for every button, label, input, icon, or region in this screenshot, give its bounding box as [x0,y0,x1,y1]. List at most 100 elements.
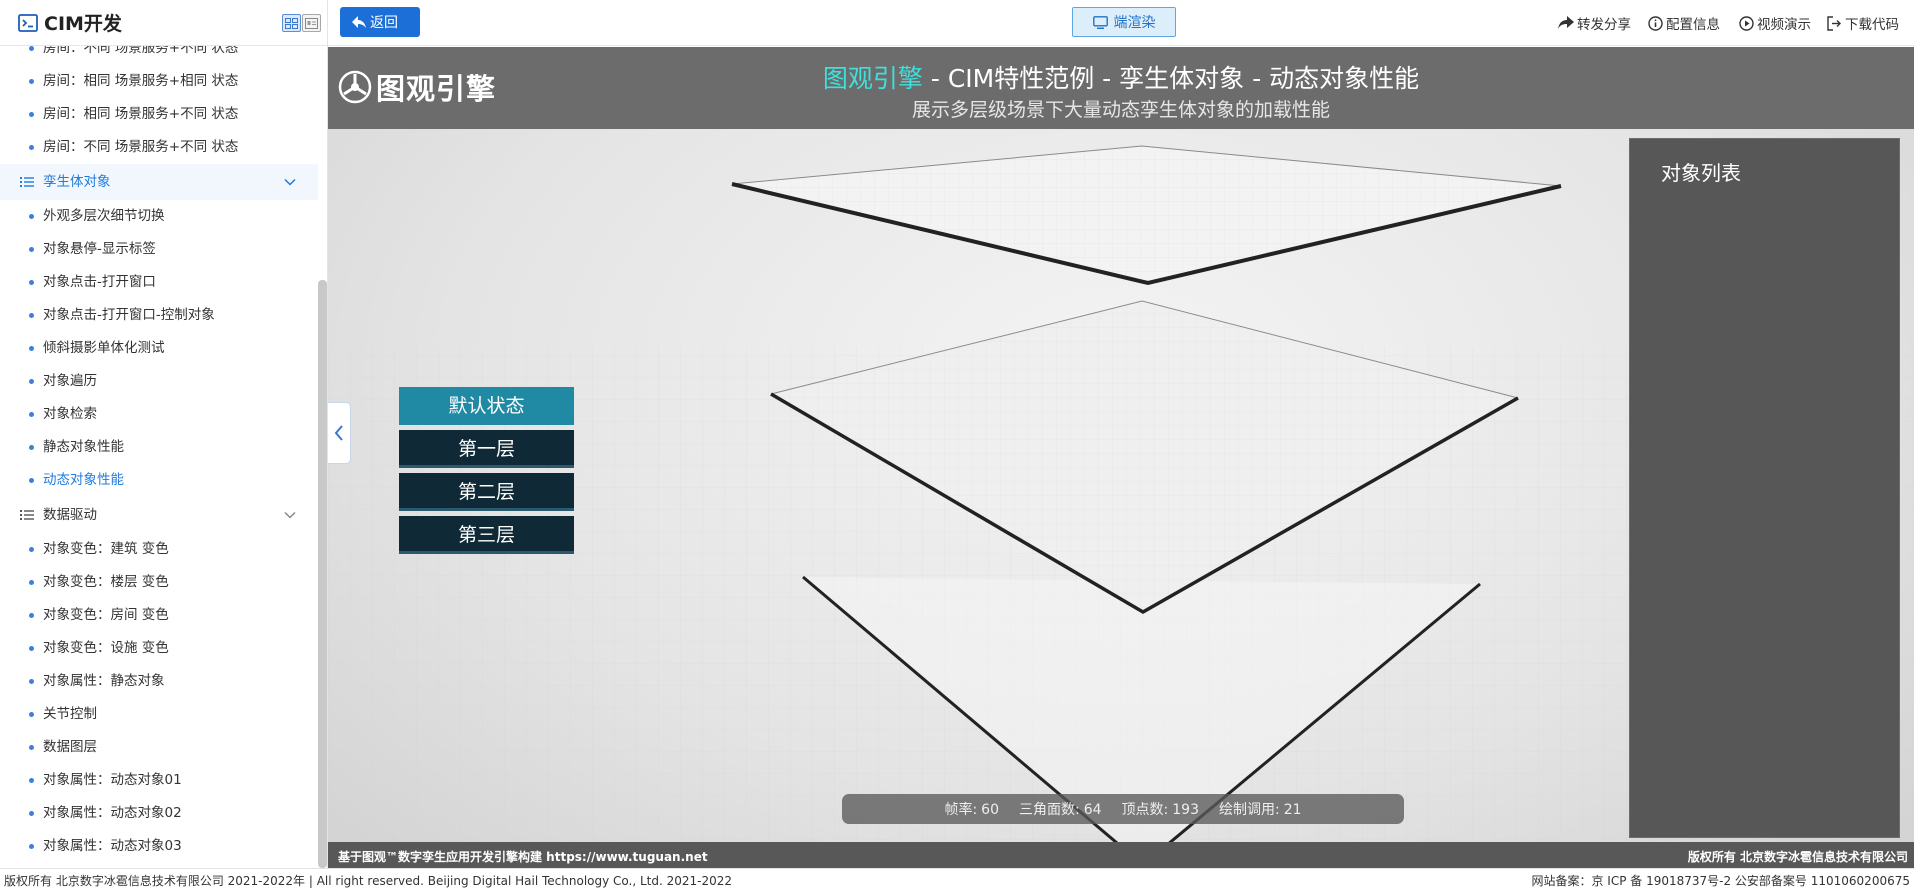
grid-view-icon [285,17,298,29]
collapse-sidebar-button[interactable] [328,402,351,464]
bullet-icon [29,247,34,252]
sidebar-item[interactable]: 房间：不同 场景服务+不同 状态 [0,131,318,164]
share-link[interactable]: 转发分享 [1558,13,1631,33]
monitor-icon [1092,15,1108,29]
sidebar-item-label: 倾斜摄影单体化测试 [43,340,165,356]
footer-copyright: 版权所有 北京数字冰雹信息技术有限公司 2021-2022年 | All rig… [4,874,733,888]
sidebar-item[interactable]: 对象变色：楼层 变色 [0,566,318,599]
list-view-button[interactable] [302,14,321,32]
sidebar-item-label: 对象变色：楼层 变色 [43,574,169,590]
sidebar-item-label: 对象变色：房间 变色 [43,607,169,623]
sidebar-item[interactable]: 对象点击-打开窗口 [0,266,318,299]
bullet-icon [29,580,34,585]
object-list-panel: 对象列表 [1629,138,1900,838]
page-footer: 版权所有 北京数字冰雹信息技术有限公司 2021-2022年 | All rig… [0,868,1914,889]
sidebar-item-label: 对象属性：动态对象03 [43,838,182,854]
back-button[interactable]: 返回 [340,7,420,37]
sidebar-item[interactable]: 数据图层 [0,731,318,764]
sidebar-item-label: 对象属性：动态对象01 [43,772,182,788]
sidebar-item-label: 外观多层次细节切换 [43,208,165,224]
sidebar-item[interactable]: 房间：不同 场景服务+不同 状态 [0,46,318,65]
bullet-icon [29,379,34,384]
sidebar-item[interactable]: 动态对象性能 [0,464,318,497]
terminal-icon [18,13,38,32]
sidebar-item-label: 对象变色：设施 变色 [43,640,169,656]
scene-credits-bar: 基于图观™数字孪生应用开发引擎构建 https://www.tuguan.net… [328,842,1914,868]
cloud-render-label: 端渲染 [1113,15,1156,31]
sidebar-item[interactable]: 对象变色：设施 变色 [0,632,318,665]
stat-triangles: 三角面数: 64 [1019,802,1102,818]
video-label: 视频演示 [1757,17,1811,33]
bullet-icon [29,844,34,849]
bullet-icon [29,280,34,285]
sidebar-group[interactable]: 数据驱动 [0,497,318,533]
scene-title-highlight: 图观引擎 [822,64,923,93]
credits-engine-link[interactable]: 基于图观™数字孪生应用开发引擎构建 https://www.tuguan.net [338,848,708,865]
sidebar-item-label: 对象检索 [43,406,97,422]
sidebar-item[interactable]: 对象属性：动态对象01 [0,764,318,797]
sidebar-group[interactable]: 孪生体对象 [0,164,318,200]
scene-subtitle: 展示多层级场景下大量动态孪生体对象的加载性能 [911,99,1330,121]
stat-draw-calls-value: 21 [1283,802,1302,818]
sidebar-item-label: 数据图层 [43,739,97,755]
scene-viewport[interactable]: 图观引擎 图观引擎 - CIM特性范例 - 孪生体对象 - 动态对象性能 展示多… [328,47,1914,868]
sidebar-header: CIM开发 [0,0,327,46]
share-label: 转发分享 [1577,17,1631,33]
sidebar-group-label: 孪生体对象 [43,174,111,190]
config-label: 配置信息 [1666,17,1720,33]
bullet-icon [29,478,34,483]
sidebar-item[interactable]: 对象遍历 [0,365,318,398]
layer-button-1[interactable]: 第一层 [399,430,574,468]
bullet-icon [29,214,34,219]
video-link[interactable]: 视频演示 [1739,13,1811,33]
list-view-icon [305,17,318,29]
sidebar-item[interactable]: 倾斜摄影单体化测试 [0,332,318,365]
title-banner: 图观引擎 图观引擎 - CIM特性范例 - 孪生体对象 - 动态对象性能 展示多… [328,47,1914,129]
sidebar-item[interactable]: 对象属性：动态对象03 [0,830,318,863]
sidebar-item-label: 房间：不同 场景服务+不同 状态 [43,46,239,56]
sidebar-item[interactable]: 对象变色：建筑 变色 [0,533,318,566]
layer-button-3[interactable]: 第三层 [399,516,574,554]
sidebar-item[interactable]: 对象属性：动态对象02 [0,797,318,830]
sidebar-item[interactable]: 对象点击-打开窗口-控制对象 [0,299,318,332]
floor-slab-1[interactable] [731,145,1562,286]
download-link[interactable]: 下载代码 [1827,13,1899,33]
sidebar-item[interactable]: 房间：相同 场景服务+相同 状态 [0,65,318,98]
sidebar-item[interactable]: 房间：相同 场景服务+不同 状态 [0,98,318,131]
sidebar-item-label: 对象属性：动态对象02 [43,805,182,821]
play-circle-icon [1739,15,1754,31]
list-icon [20,510,34,520]
bullet-icon [29,547,34,552]
sidebar-item[interactable]: 关节控制 [0,698,318,731]
cloud-render-button[interactable]: 端渲染 [1072,7,1176,37]
sidebar-item[interactable]: 对象属性：静态对象 [0,665,318,698]
stat-vertices-value: 193 [1172,802,1199,818]
bullet-icon [29,112,34,117]
bullet-icon [29,613,34,618]
sidebar-item-label: 对象遍历 [43,373,97,389]
object-list-title: 对象列表 [1661,161,1741,185]
chevron-down-icon [284,178,296,186]
grid-view-button[interactable] [282,14,301,32]
sidebar-item[interactable]: 对象检索 [0,398,318,431]
config-link[interactable]: 配置信息 [1648,13,1720,33]
bullet-icon [29,811,34,816]
sidebar-nav: 房间：不同 场景服务+不同 状态 房间：相同 场景服务+相同 状态 房间：相同 场景… [0,46,327,868]
layer-button-2[interactable]: 第二层 [399,473,574,511]
sidebar-item-label: 对象点击-打开窗口-控制对象 [43,307,215,323]
sidebar-item-label: 对象属性：静态对象 [43,673,165,689]
sidebar-item-label: 房间：相同 场景服务+不同 状态 [43,106,239,122]
sidebar-item-label: 关节控制 [43,706,97,722]
footer-icp[interactable]: 网站备案：京 ICP 备 19018737号-2 公安部备案号 11010602… [1531,872,1910,889]
stat-fps: 帧率: 60 [944,802,999,818]
bullet-icon [29,79,34,84]
scene-title: 图观引擎 - CIM特性范例 - 孪生体对象 - 动态对象性能 [328,59,1914,95]
sidebar-scrollbar[interactable] [318,280,327,868]
sidebar-item[interactable]: 外观多层次细节切换 [0,200,318,233]
layer-button-default[interactable]: 默认状态 [399,387,574,425]
sidebar-item[interactable]: 对象悬停-显示标签 [0,233,318,266]
stat-vertices: 顶点数: 193 [1121,802,1199,818]
download-icon [1827,15,1841,31]
sidebar-item[interactable]: 静态对象性能 [0,431,318,464]
sidebar-item[interactable]: 对象变色：房间 变色 [0,599,318,632]
